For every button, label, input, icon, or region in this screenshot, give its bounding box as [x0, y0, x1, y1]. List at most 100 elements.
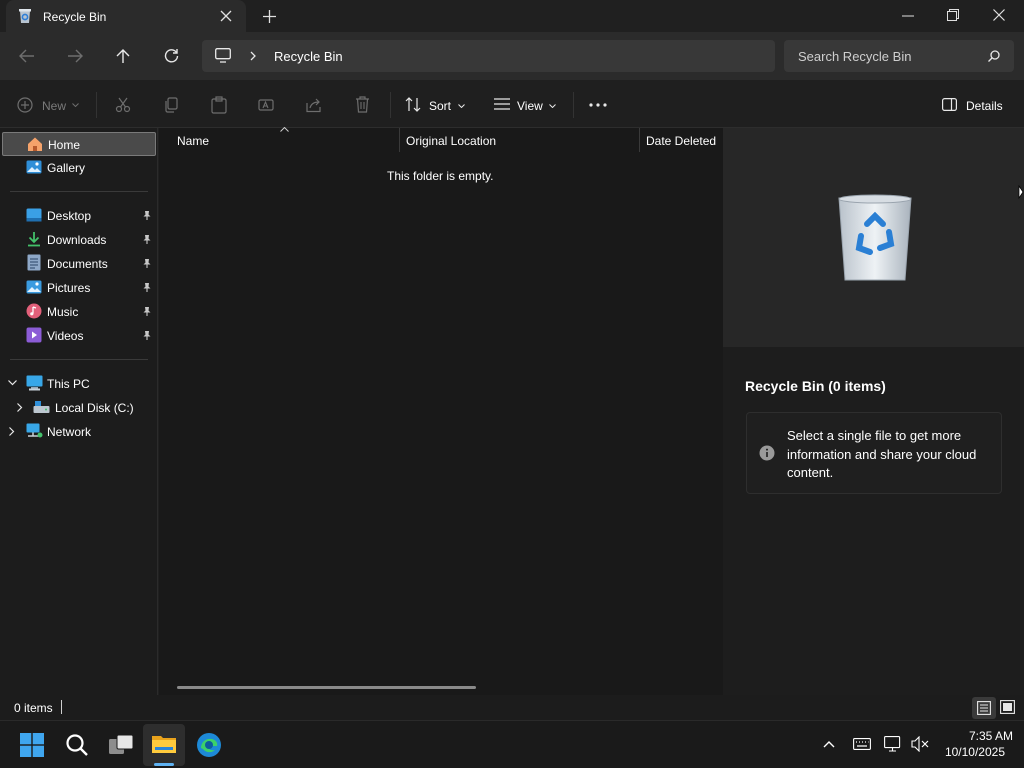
- pin-icon[interactable]: [142, 330, 152, 341]
- new-button[interactable]: New: [14, 94, 84, 116]
- sidebar-item-this-pc[interactable]: This PC: [2, 372, 156, 396]
- pin-icon[interactable]: [142, 210, 152, 221]
- search-icon[interactable]: [65, 733, 89, 757]
- up-icon[interactable]: [116, 48, 130, 64]
- share-icon[interactable]: [306, 97, 322, 113]
- breadcrumb-recycle-bin[interactable]: Recycle Bin: [274, 49, 343, 64]
- delete-icon[interactable]: [355, 96, 370, 113]
- sidebar-item-downloads[interactable]: Downloads: [2, 228, 156, 252]
- search-icon[interactable]: [988, 50, 1000, 62]
- sidebar-item-label: Network: [47, 425, 92, 439]
- pictures-icon: [26, 279, 42, 295]
- address-bar[interactable]: Recycle Bin: [202, 40, 775, 72]
- search-box[interactable]: Search Recycle Bin: [784, 40, 1014, 72]
- new-tab-icon[interactable]: [263, 10, 276, 23]
- sidebar-item-local-disk[interactable]: Local Disk (C:): [2, 396, 156, 420]
- details-view-button[interactable]: [972, 697, 996, 719]
- music-icon: [26, 303, 42, 319]
- home-icon: [27, 136, 43, 152]
- pin-icon[interactable]: [142, 234, 152, 245]
- view-button[interactable]: View: [492, 94, 560, 116]
- empty-folder-message: This folder is empty.: [387, 169, 494, 183]
- column-header-original-location[interactable]: Original Location: [406, 134, 496, 148]
- clock-time[interactable]: 7:35 AM: [933, 729, 1013, 743]
- sidebar-item-videos[interactable]: Videos: [2, 324, 156, 348]
- minimize-icon[interactable]: [902, 15, 914, 17]
- sort-icon: [405, 97, 421, 112]
- details-preview: [723, 128, 1024, 347]
- column-divider[interactable]: [399, 128, 400, 152]
- chevron-down-icon[interactable]: [8, 380, 17, 386]
- toolbar-divider: [96, 92, 97, 118]
- file-list[interactable]: Name Original Location Date Deleted This…: [159, 127, 723, 695]
- pin-icon[interactable]: [142, 306, 152, 317]
- chevron-right-icon[interactable]: [9, 427, 15, 436]
- refresh-icon[interactable]: [164, 48, 179, 63]
- sort-button[interactable]: Sort: [404, 94, 472, 116]
- sidebar-item-desktop[interactable]: Desktop: [2, 204, 156, 228]
- column-header-date-deleted[interactable]: Date Deleted: [646, 134, 716, 148]
- sidebar-divider: [10, 359, 148, 360]
- clock-date[interactable]: 10/10/2025: [933, 745, 1005, 759]
- sidebar-item-network[interactable]: Network: [2, 420, 156, 444]
- horizontal-scrollbar[interactable]: [177, 686, 476, 689]
- taskbar: 7:35 AM 10/10/2025: [0, 720, 1024, 768]
- desktop-icon: [26, 208, 42, 222]
- navigation-pane: Home Gallery Desktop Downloads Documents: [0, 128, 158, 695]
- file-explorer-taskbar-button[interactable]: [143, 724, 185, 766]
- more-options-icon[interactable]: [589, 103, 607, 107]
- toolbar-divider: [390, 92, 391, 118]
- network-icon: [26, 423, 43, 439]
- view-lines-icon: [494, 98, 510, 110]
- network-status-icon[interactable]: [884, 736, 902, 752]
- pin-icon[interactable]: [142, 282, 152, 293]
- status-bar: 0 items: [0, 695, 1024, 720]
- details-button[interactable]: Details: [938, 94, 1008, 116]
- new-label: New: [42, 99, 67, 113]
- paste-icon[interactable]: [211, 96, 227, 114]
- rename-icon[interactable]: [258, 97, 274, 113]
- tab-close-icon[interactable]: [220, 10, 232, 22]
- downloads-icon: [26, 231, 42, 247]
- sort-ascending-icon: [280, 127, 289, 132]
- sidebar-item-home[interactable]: Home: [2, 132, 156, 156]
- back-icon[interactable]: [19, 49, 35, 63]
- title-bar: Recycle Bin: [0, 0, 1024, 32]
- volume-muted-icon[interactable]: [911, 736, 929, 752]
- search-placeholder: Search Recycle Bin: [798, 49, 912, 64]
- pin-icon[interactable]: [142, 258, 152, 269]
- sidebar-divider: [10, 191, 148, 192]
- toolbar-divider: [573, 92, 574, 118]
- keyboard-icon[interactable]: [853, 738, 871, 750]
- chevron-right-icon[interactable]: [250, 51, 256, 61]
- task-view-icon[interactable]: [108, 733, 134, 757]
- column-header-name[interactable]: Name: [177, 134, 209, 148]
- monitor-icon: [215, 48, 231, 63]
- chevron-down-icon: [72, 103, 79, 107]
- status-divider: [61, 700, 62, 714]
- edge-browser-icon[interactable]: [196, 732, 222, 758]
- details-label: Details: [966, 99, 1003, 113]
- sidebar-item-music[interactable]: Music: [2, 300, 156, 324]
- sidebar-item-pictures[interactable]: Pictures: [2, 276, 156, 300]
- windows-start-icon[interactable]: [20, 733, 44, 757]
- chevron-up-icon[interactable]: [823, 740, 835, 748]
- info-box: Select a single file to get more informa…: [746, 412, 1002, 494]
- cut-icon[interactable]: [115, 97, 131, 113]
- this-pc-icon: [26, 375, 43, 391]
- sidebar-item-label: Pictures: [47, 281, 91, 295]
- restore-icon[interactable]: [947, 9, 959, 21]
- sidebar-item-gallery[interactable]: Gallery: [2, 156, 156, 180]
- large-icons-view-button[interactable]: [1000, 700, 1015, 714]
- videos-icon: [26, 327, 42, 343]
- tab-recycle-bin[interactable]: Recycle Bin: [6, 0, 246, 32]
- chevron-right-icon[interactable]: [17, 403, 23, 412]
- sidebar-item-documents[interactable]: Documents: [2, 252, 156, 276]
- sidebar-item-label: This PC: [47, 377, 90, 391]
- plus-circle-icon: [17, 97, 33, 113]
- details-title: Recycle Bin (0 items): [745, 378, 886, 394]
- close-icon[interactable]: [993, 9, 1005, 21]
- column-divider[interactable]: [639, 128, 640, 152]
- copy-icon[interactable]: [163, 97, 179, 113]
- forward-icon[interactable]: [67, 49, 83, 63]
